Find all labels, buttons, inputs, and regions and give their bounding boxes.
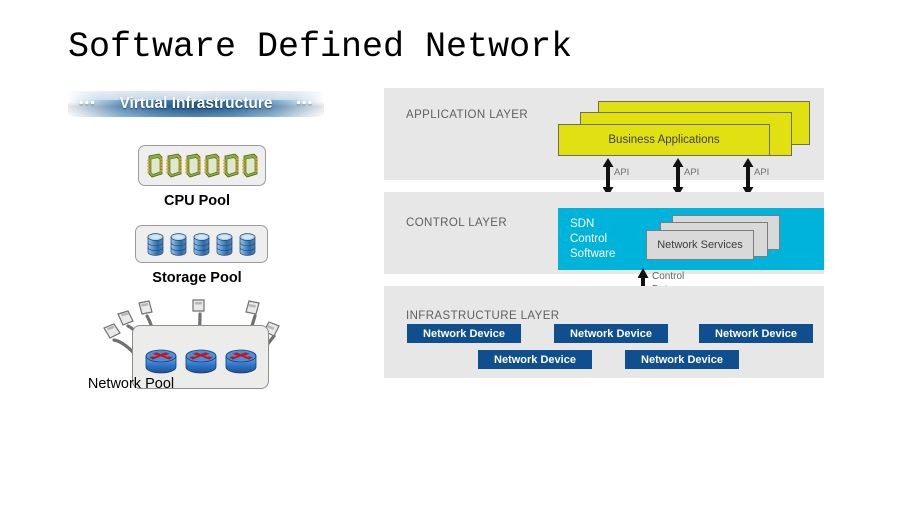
cpu-chip-icon — [222, 153, 239, 178]
business-applications-label: Business Applications — [608, 134, 720, 146]
database-cylinder-icon — [216, 232, 233, 256]
infrastructure-layer-title: INFRASTRUCTURE LAYER — [406, 310, 560, 322]
database-cylinder-icon — [170, 232, 187, 256]
banner-label: Virtual Infrastructure — [119, 95, 273, 112]
database-cylinder-icon — [239, 232, 256, 256]
network-device-box: Network Device — [478, 350, 592, 369]
application-layer-title: APPLICATION LAYER — [406, 109, 529, 121]
database-cylinder-icon — [193, 232, 210, 256]
cpu-pool-card — [138, 145, 266, 186]
control-layer-title: CONTROL LAYER — [406, 217, 508, 229]
page-title: Software Defined Network — [68, 27, 573, 67]
application-box-front: Business Applications — [558, 124, 770, 156]
cpu-chip-icon — [241, 153, 258, 178]
cpu-chip-icon — [146, 153, 163, 178]
network-device-box: Network Device — [407, 324, 521, 343]
cpu-chip-row — [139, 146, 265, 185]
network-services-label: Network Services — [657, 239, 743, 251]
api-label: API — [754, 167, 770, 178]
banner-dots-right-icon: ••• — [296, 95, 313, 110]
router-icon — [144, 348, 178, 374]
cpu-chip-icon — [184, 153, 201, 178]
sdn-control-software-label: SDN Control Software — [570, 218, 616, 260]
network-services-box-front: Network Services — [646, 230, 754, 260]
storage-pool-card — [135, 225, 268, 263]
network-device-box: Network Device — [554, 324, 668, 343]
database-cylinder-icon — [147, 232, 164, 256]
api-label: API — [614, 167, 630, 178]
sdn-architecture-diagram: APPLICATION LAYER Business Applications … — [384, 88, 824, 378]
cpu-chip-icon — [165, 153, 182, 178]
virtual-infrastructure-banner: ••• Virtual Infrastructure ••• — [68, 91, 324, 117]
cpu-chip-icon — [203, 153, 220, 178]
network-device-box: Network Device — [699, 324, 813, 343]
control-layer-band: CONTROL LAYER SDN Control Software Netwo… — [384, 192, 824, 274]
cpu-pool-label: CPU Pool — [163, 193, 231, 209]
storage-pool-label: Storage Pool — [152, 270, 242, 286]
network-pool-label: Network Pool — [87, 376, 175, 392]
sdn-control-software-box: SDN Control Software Network Services — [558, 208, 824, 270]
api-label: API — [684, 167, 700, 178]
network-device-box: Network Device — [625, 350, 739, 369]
storage-cylinder-row — [136, 226, 267, 262]
router-icon — [224, 348, 258, 374]
virtual-infrastructure-panel: ••• Virtual Infrastructure ••• CPU Pool … — [62, 88, 332, 403]
router-icon — [184, 348, 218, 374]
